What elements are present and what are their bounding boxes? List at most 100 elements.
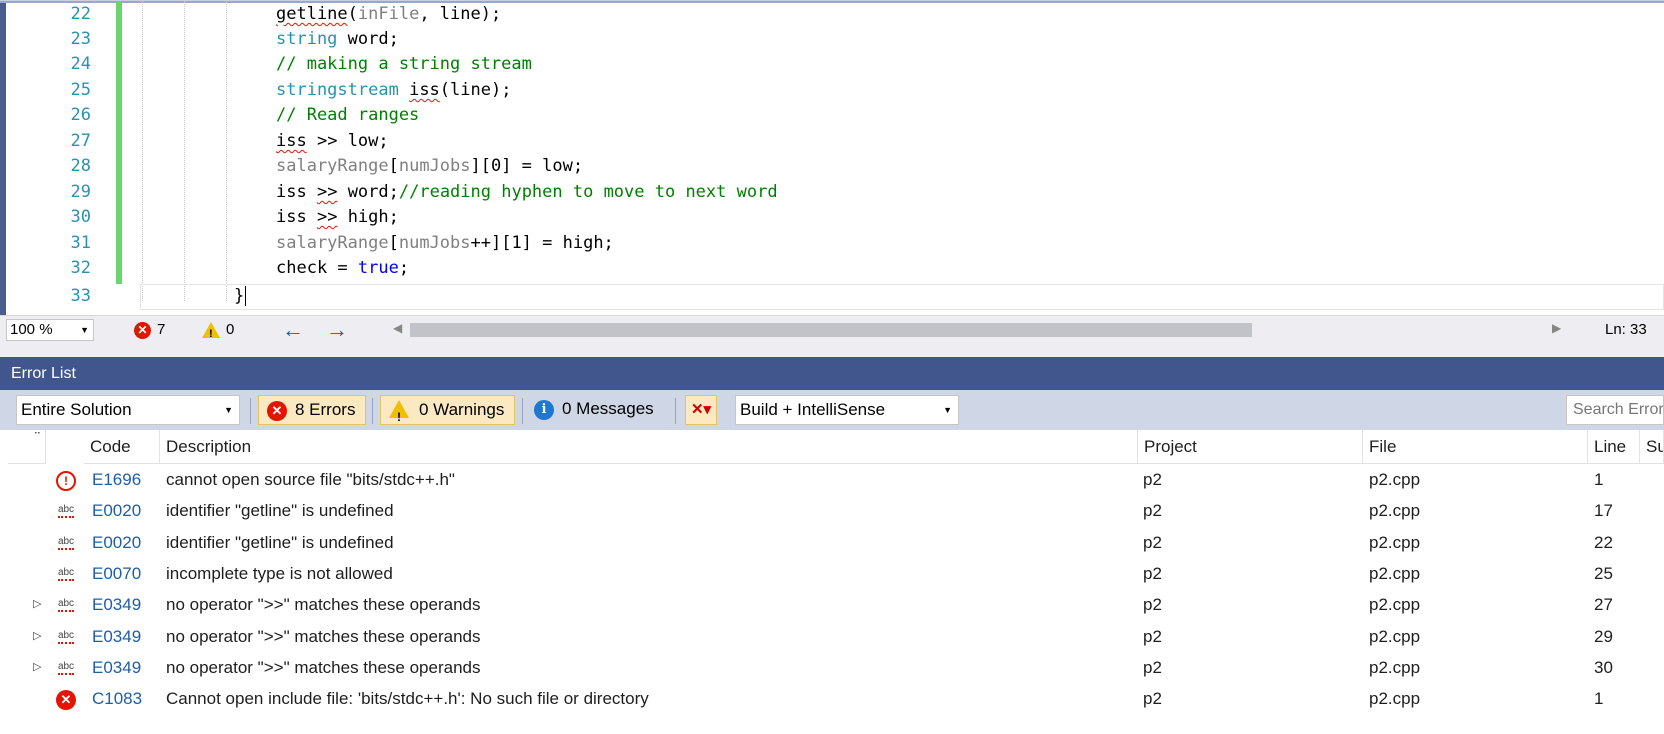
error-code[interactable]: E0020	[92, 495, 141, 526]
code-text[interactable]: }	[234, 284, 247, 310]
code-line[interactable]: 28 salaryRange[numJobs][0] = low;	[6, 154, 1664, 180]
error-code[interactable]: C1083	[92, 683, 142, 714]
code-line[interactable]: 23 string word;	[6, 27, 1664, 53]
code-text[interactable]: getline(inFile, line);	[276, 2, 501, 28]
error-code[interactable]: E0349	[92, 621, 141, 652]
error-list-toolbar: Entire Solution ▼ ✕ 8 Errors 0 Warnings i…	[0, 390, 1664, 431]
column-header-code[interactable]: Code	[84, 430, 160, 464]
code-line[interactable]: 33 }	[6, 284, 1664, 310]
toolbar-separator	[250, 398, 251, 424]
code-line[interactable]: 25 stringstream iss(line);	[6, 78, 1664, 104]
error-line: 1	[1594, 689, 1604, 709]
expand-arrow-icon[interactable]: ▷	[33, 621, 41, 652]
toolbar-separator	[522, 398, 523, 424]
code-text[interactable]: // making a string stream	[276, 52, 532, 78]
code-text[interactable]: iss >> word;//reading hyphen to move to …	[276, 180, 778, 206]
warning-count-indicator[interactable]: 0	[202, 320, 234, 344]
code-line[interactable]: 30 iss >> high;	[6, 205, 1664, 231]
error-row[interactable]: ▷ abc E0349 no operator ">>" matches these …	[0, 589, 1664, 620]
column-header-description[interactable]: Description	[160, 430, 1138, 464]
toolbar-separator	[675, 398, 676, 424]
line-number: 33	[70, 286, 91, 306]
error-code[interactable]: E0349	[92, 652, 141, 683]
column-header-line[interactable]: Line	[1588, 430, 1640, 464]
intellisense-icon: abc	[54, 621, 78, 652]
code-line[interactable]: 24 // making a string stream	[6, 52, 1664, 78]
messages-filter-toggle[interactable]: i 0 Messages	[530, 395, 654, 425]
error-description: no operator ">>" matches these operands	[166, 626, 481, 646]
code-text[interactable]: iss >> high;	[276, 205, 399, 231]
intellisense-icon: abc	[54, 558, 78, 589]
error-code[interactable]: E0020	[92, 527, 141, 558]
text-caret	[245, 286, 247, 306]
error-row[interactable]: abc E0020 identifier "getline" is undefine…	[0, 527, 1664, 558]
scope-dropdown[interactable]: Entire Solution ▼	[16, 395, 240, 425]
line-number: 22	[70, 4, 91, 24]
error-count-indicator[interactable]: ✕ 7	[134, 320, 165, 340]
filter-icon: ✕▾	[690, 401, 712, 418]
error-line: 30	[1594, 657, 1613, 677]
zoom-dropdown[interactable]: 100 % ▼	[6, 319, 94, 341]
error-row[interactable]: ▷ abc E0349 no operator ">>" matches these …	[0, 621, 1664, 652]
code-text[interactable]: string word;	[276, 27, 399, 53]
filter-current-document-button[interactable]: ✕▾	[685, 395, 717, 425]
expand-arrow-icon[interactable]: ▷	[33, 652, 41, 683]
error-row[interactable]: abc E0020 identifier "getline" is undefine…	[0, 495, 1664, 526]
code-text[interactable]: salaryRange[numJobs++][1] = high;	[276, 231, 614, 257]
code-editor[interactable]: 22 getline(inFile, line); 23 string word…	[0, 0, 1664, 316]
line-number: 31	[70, 233, 91, 253]
arrow-right-icon[interactable]: →	[326, 317, 348, 343]
error-row[interactable]: ✕ C1083 Cannot open include file: 'bits/st…	[0, 683, 1664, 714]
line-number: 29	[70, 182, 91, 202]
errors-filter-toggle[interactable]: ✕ 8 Errors	[258, 395, 367, 425]
column-header-icon[interactable]: ⠉	[8, 430, 46, 464]
column-header-suppression[interactable]: Su	[1640, 430, 1664, 464]
horizontal-scrollbar[interactable]	[410, 323, 1252, 337]
error-line: 29	[1594, 626, 1613, 646]
scroll-right-icon[interactable]: ▶	[1552, 321, 1561, 335]
build-filter-dropdown[interactable]: Build + IntelliSense ▼	[735, 395, 959, 425]
code-text[interactable]: salaryRange[numJobs][0] = low;	[276, 154, 583, 180]
error-row[interactable]: ▷ abc E0349 no operator ">>" matches these …	[0, 652, 1664, 683]
error-filled-icon: ✕	[54, 683, 78, 714]
expand-arrow-icon[interactable]: ▷	[33, 589, 41, 620]
panel-splitter[interactable]	[0, 343, 1664, 357]
error-code[interactable]: E0349	[92, 589, 141, 620]
error-code[interactable]: E1696	[92, 464, 141, 495]
line-number: 24	[70, 54, 91, 74]
column-header-project[interactable]: Project	[1138, 430, 1363, 464]
code-line[interactable]: 27 iss >> low;	[6, 129, 1664, 155]
error-file: p2.cpp	[1369, 657, 1421, 677]
error-code[interactable]: E0070	[92, 558, 141, 589]
error-line: 22	[1594, 532, 1613, 552]
search-input[interactable]: Search Error	[1566, 395, 1664, 425]
error-file: p2.cpp	[1369, 532, 1421, 552]
zoom-value: 100 %	[10, 321, 53, 338]
error-row[interactable]: abc E0070 incomplete type is not allowed p2…	[0, 558, 1664, 589]
code-line[interactable]: 22 getline(inFile, line);	[6, 2, 1664, 28]
chevron-down-icon: ▼	[80, 325, 89, 335]
column-header-file[interactable]: File	[1363, 430, 1588, 464]
arrow-left-icon[interactable]: ←	[282, 317, 304, 343]
scroll-left-icon[interactable]: ◀	[393, 321, 402, 335]
code-text[interactable]: iss >> low;	[276, 129, 389, 155]
error-project: p2	[1143, 563, 1162, 583]
chevron-down-icon: ▼	[943, 405, 952, 415]
intellisense-icon: abc	[54, 495, 78, 526]
error-description: identifier "getline" is undefined	[166, 501, 394, 521]
error-description: identifier "getline" is undefined	[166, 532, 394, 552]
code-line[interactable]: 31 salaryRange[numJobs++][1] = high;	[6, 231, 1664, 257]
error-project: p2	[1143, 470, 1162, 489]
code-text[interactable]: stringstream iss(line);	[276, 78, 511, 104]
code-text[interactable]: // Read ranges	[276, 103, 419, 129]
line-number: 28	[70, 156, 91, 176]
code-line[interactable]: 29 iss >> word;//reading hyphen to move …	[6, 180, 1664, 206]
error-description: Cannot open include file: 'bits/stdc++.h…	[166, 689, 649, 709]
warnings-filter-toggle[interactable]: 0 Warnings	[380, 395, 516, 431]
error-row[interactable]: ! E1696 cannot open source file "bits/stdc…	[0, 464, 1664, 495]
code-line[interactable]: 26 // Read ranges	[6, 103, 1664, 129]
code-line[interactable]: 32 check = true;	[6, 256, 1664, 282]
error-project: p2	[1143, 501, 1162, 521]
error-file: p2.cpp	[1369, 470, 1421, 489]
code-text[interactable]: check = true;	[276, 256, 409, 282]
